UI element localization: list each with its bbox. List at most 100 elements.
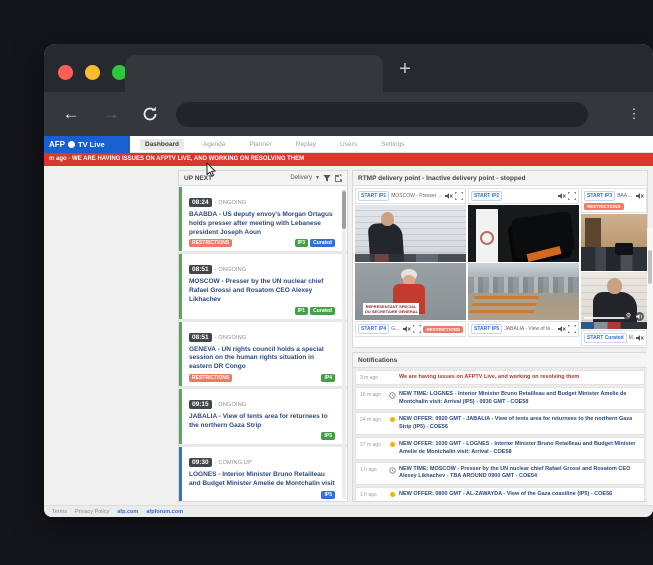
tab-settings[interactable]: Settings: [376, 139, 410, 150]
new-tab-icon[interactable]: +: [392, 56, 418, 82]
tab-dashboard[interactable]: Dashboard: [140, 139, 184, 150]
up-next-panel: UP NEXT Delivery ▼ 08:24ONGOING BAABDA -…: [178, 170, 348, 502]
notifications-title: Notifications: [358, 357, 397, 364]
fullscreen-icon[interactable]: [568, 192, 576, 200]
restrictions-badge: RESTRICTIONS: [584, 203, 624, 210]
delivery-badge: Curated: [310, 307, 335, 315]
event-title: GENEVA - UN rights council holds a speci…: [189, 346, 335, 372]
event-status: ONGOING: [215, 267, 247, 273]
list-item-moscow[interactable]: 08:51ONGOING MOSCOW - Presser by the UN …: [179, 254, 347, 318]
browser-toolbar: ← → ⋮: [44, 92, 653, 136]
mute-icon[interactable]: [445, 192, 453, 200]
delivery-badge: IP5: [321, 432, 335, 440]
browser-menu-icon[interactable]: ⋮: [627, 102, 641, 126]
notification-row[interactable]: 1 h ago NEW OFFER: 0800 GMT - AL-ZAWAYDA…: [355, 487, 645, 502]
event-time-badge: 09:15: [189, 400, 212, 409]
video-thumb-ip4-geneva[interactable]: REPRESENTANT SPECIAL DU SECRETAIRE GENER…: [355, 263, 466, 320]
list-item-lognes[interactable]: 09:30COMING UP LOGNES - Interior Ministe…: [179, 447, 347, 501]
logo-afp-text: AFP: [49, 140, 65, 149]
start-button-ip1[interactable]: START IP1: [358, 191, 389, 201]
start-button-curated[interactable]: START Curated: [584, 333, 627, 343]
tab-planner[interactable]: Planner: [244, 139, 276, 150]
mute-icon[interactable]: [636, 334, 644, 342]
video-thumb-ip2-camera[interactable]: [468, 205, 579, 262]
page-scrollbar[interactable]: [647, 228, 653, 517]
app-navbar: AFP TV Live Dashboard Agenda Planner Rep…: [44, 136, 653, 153]
forward-icon[interactable]: →: [98, 101, 124, 127]
privacy-policy-link[interactable]: Privacy Policy: [75, 509, 109, 515]
rtmp-header: RTMP delivery point - Inactive delivery …: [353, 171, 647, 186]
start-button-ip3[interactable]: START IP3: [584, 191, 615, 201]
afp-tv-live-logo[interactable]: AFP TV Live: [44, 136, 130, 153]
tab-agenda[interactable]: Agenda: [198, 139, 230, 150]
notification-row[interactable]: 1 h ago NEW TIME: MOSCOW - Presser by th…: [355, 462, 645, 485]
notifications-header: Notifications: [353, 353, 647, 368]
list-scrollbar[interactable]: [342, 189, 346, 499]
restrictions-badge: RESTRICTIONS: [189, 374, 232, 382]
event-time-badge: 08:24: [189, 198, 212, 207]
mute-icon[interactable]: [403, 325, 411, 333]
delivery-badge: IP4: [321, 374, 335, 382]
event-time-badge: 08:51: [189, 265, 212, 274]
delivery-filter[interactable]: Delivery ▼: [290, 174, 342, 182]
tab-replay[interactable]: Replay: [291, 139, 321, 150]
afp-com-link[interactable]: afp.com: [117, 509, 138, 515]
fullscreen-icon[interactable]: [455, 192, 463, 200]
notification-row[interactable]: 27 m ago NEW OFFER: 1030 GMT - LOGNES - …: [355, 437, 645, 460]
start-button-ip5[interactable]: START IP5: [471, 324, 502, 334]
event-title: JABALIA - View of tents area for returne…: [189, 413, 335, 431]
notifications-panel: Notifications 3 m ago We are having issu…: [352, 352, 648, 502]
tile-header-ip2: START IP2: [468, 188, 579, 204]
fullscreen-icon[interactable]: [568, 325, 576, 333]
mute-icon[interactable]: [636, 192, 644, 200]
mute-icon[interactable]: [558, 192, 566, 200]
tile-title: MOSCOW - Presser by t...: [391, 193, 443, 199]
rtmp-grid: START IP1 MOSCOW - Presser by t... REP: [355, 188, 647, 346]
rtmp-title: RTMP delivery point - Inactive delivery …: [358, 175, 525, 182]
reload-icon[interactable]: [140, 104, 160, 124]
back-icon[interactable]: ←: [58, 101, 84, 127]
tile-title: JABALIA - View of tents ...: [504, 326, 556, 332]
video-volume-icon[interactable]: [635, 312, 644, 321]
video-settings-gear-icon[interactable]: ⚙: [624, 312, 633, 321]
issues-alert-banner: m ago · WE ARE HAVING ISSUES ON AFPTV LI…: [44, 153, 653, 166]
tile-title: MOSCOW - Press...: [629, 335, 634, 341]
delivery-badge: IP3: [295, 239, 309, 247]
terms-link[interactable]: Terms: [52, 509, 67, 515]
minimize-window-icon[interactable]: [85, 65, 100, 80]
scrollbar-thumb[interactable]: [648, 250, 652, 284]
address-bar[interactable]: [176, 102, 588, 127]
tile-header-ip4: START IP4 GENEVA - UN rights cou... REST…: [355, 321, 466, 337]
restrictions-badge: RESTRICTIONS: [423, 326, 463, 333]
video-thumb-ip5-jabalia[interactable]: [468, 263, 579, 320]
browser-tab[interactable]: [125, 55, 383, 92]
event-time-badge: 09:30: [189, 458, 212, 467]
screenshot-stage: + ← → ⋮ AFP TV Live Dashboard Agenda: [0, 0, 653, 565]
up-next-header: UP NEXT Delivery ▼: [179, 171, 347, 186]
notification-row[interactable]: 24 m ago NEW OFFER: 0920 GMT - JABALIA -…: [355, 412, 645, 435]
list-item-baabda[interactable]: 08:24ONGOING BAABDA - US deputy envoy's …: [179, 187, 347, 251]
notification-row[interactable]: 16 m ago NEW TIME: LOGNES - Interior Min…: [355, 387, 645, 410]
scrollbar-thumb[interactable]: [342, 191, 346, 229]
video-thumb-ip3-baabda[interactable]: [581, 214, 647, 271]
afpforum-com-link[interactable]: afpforum.com: [146, 509, 183, 515]
list-item-geneva[interactable]: 08:51ONGOING GENEVA - UN rights council …: [179, 322, 347, 386]
video-thumb-ip1-moscow[interactable]: [355, 205, 466, 262]
list-item-jabalia[interactable]: 09:15ONGOING JABALIA - View of tents are…: [179, 389, 347, 445]
pop-out-icon[interactable]: [334, 174, 342, 182]
notification-row[interactable]: 3 m ago We are having issues on AFPTV Li…: [355, 370, 645, 385]
fullscreen-icon[interactable]: [413, 325, 421, 333]
rtmp-delivery-panel: RTMP delivery point - Inactive delivery …: [352, 170, 648, 348]
tab-users[interactable]: Users: [335, 139, 362, 150]
video-thumb-curated-moscow[interactable]: ⚙: [581, 272, 647, 329]
close-window-icon[interactable]: [58, 65, 73, 80]
filter-funnel-icon[interactable]: [323, 174, 331, 182]
app-nav-tabs: Dashboard Agenda Planner Replay Users Se…: [134, 136, 410, 153]
new-offer-dot-icon: [390, 417, 395, 422]
event-title: MOSCOW - Presser by the UN nuclear chief…: [189, 278, 335, 304]
mute-icon[interactable]: [558, 325, 566, 333]
start-button-ip2[interactable]: START IP2: [471, 191, 502, 201]
mouse-cursor-icon: [206, 162, 217, 178]
event-status: ONGOING: [215, 200, 247, 206]
start-button-ip4[interactable]: START IP4: [358, 324, 389, 334]
